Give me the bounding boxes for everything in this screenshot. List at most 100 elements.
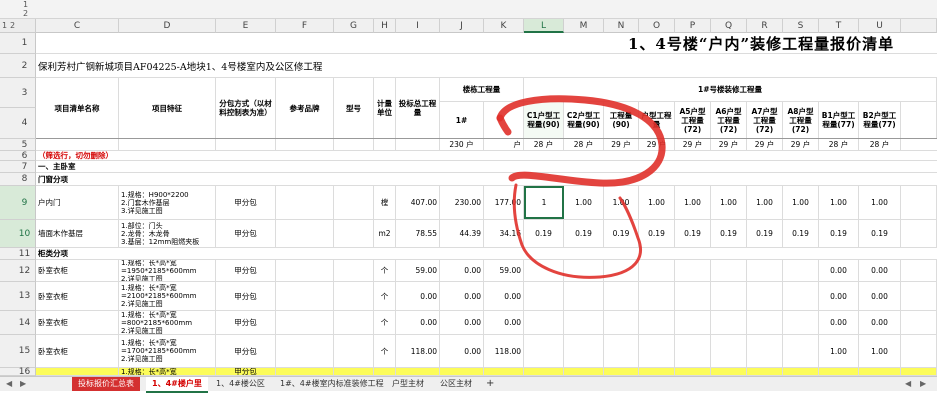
add-sheet-button[interactable]: +: [480, 377, 500, 391]
overflow-cell[interactable]: [901, 220, 937, 247]
unit-qty-cell[interactable]: [604, 260, 639, 281]
total-qty-cell[interactable]: [396, 368, 440, 375]
cell-e5[interactable]: [216, 139, 276, 150]
unit-qty-cell[interactable]: 0.00: [819, 311, 859, 334]
header-a8-type[interactable]: A8户型工程量(72): [783, 102, 819, 138]
item-name-cell[interactable]: 卧室衣柜: [36, 311, 119, 334]
unit-qty-cell[interactable]: [564, 282, 604, 310]
unit-qty-cell[interactable]: [604, 311, 639, 334]
building-qty-cell[interactable]: 44.39: [440, 220, 484, 247]
brand-cell[interactable]: [276, 220, 334, 247]
unit-qty-cell[interactable]: [819, 368, 859, 375]
unit-qty-cell[interactable]: 0.00: [819, 282, 859, 310]
subcontract-cell[interactable]: 甲分包: [216, 311, 276, 334]
cell-q5[interactable]: 29 户: [711, 139, 747, 150]
unit-cell[interactable]: 个: [374, 335, 396, 367]
unit-qty-cell[interactable]: [564, 368, 604, 375]
unit-qty-cell[interactable]: [711, 282, 747, 310]
unit-qty-cell[interactable]: 1.00: [639, 186, 675, 219]
cell-i5[interactable]: [396, 139, 440, 150]
unit-qty-cell[interactable]: [711, 311, 747, 334]
tab-scroll-left-icon[interactable]: ◀: [6, 377, 12, 391]
building-qty-cell[interactable]: 34.16: [484, 220, 524, 247]
total-qty-cell[interactable]: 407.00: [396, 186, 440, 219]
unit-qty-cell[interactable]: [524, 311, 564, 334]
building-qty-cell[interactable]: 0.00: [484, 311, 524, 334]
building-qty-cell[interactable]: 0.00: [484, 282, 524, 310]
unit-qty-cell[interactable]: [639, 282, 675, 310]
column-header-s[interactable]: S: [783, 19, 819, 33]
model-cell[interactable]: [334, 220, 374, 247]
sheet-title[interactable]: 1、4号楼“户内”装修工程量报价清单: [626, 33, 937, 53]
item-name-cell[interactable]: [36, 368, 119, 375]
unit-qty-cell[interactable]: [524, 260, 564, 281]
building-qty-cell[interactable]: [484, 368, 524, 375]
cell-c5[interactable]: [36, 139, 119, 150]
unit-qty-cell[interactable]: 0.00: [859, 311, 901, 334]
unit-qty-cell[interactable]: [604, 368, 639, 375]
cell-d5[interactable]: [119, 139, 216, 150]
column-header-n[interactable]: N: [604, 19, 639, 33]
unit-qty-cell[interactable]: [675, 260, 711, 281]
header-total-qty[interactable]: 投标总工程量: [396, 78, 440, 138]
brand-cell[interactable]: [276, 282, 334, 310]
unit-qty-cell[interactable]: [783, 368, 819, 375]
column-header-p[interactable]: P: [675, 19, 711, 33]
item-feature-cell[interactable]: 1.规格：H900*2200 2.门套木作基层 3.详见施工图: [119, 186, 216, 219]
brand-cell[interactable]: [276, 368, 334, 375]
unit-qty-cell[interactable]: [783, 335, 819, 367]
item-feature-cell[interactable]: 1.规格：长*高*宽 =1950*2185*600mm 2.详见施工图: [119, 260, 216, 281]
item-feature-cell[interactable]: 1.规格：长*高*宽: [119, 368, 216, 375]
cell-l5[interactable]: 28 户: [524, 139, 564, 150]
unit-qty-cell[interactable]: [604, 335, 639, 367]
unit-qty-cell[interactable]: 0.19: [859, 220, 901, 247]
item-feature-cell[interactable]: 1.规格：长*高*宽 =2100*2185*600mm 2.详见施工图: [119, 282, 216, 310]
brand-cell[interactable]: [276, 311, 334, 334]
unit-qty-cell[interactable]: [711, 260, 747, 281]
building-qty-cell[interactable]: 0.00: [440, 311, 484, 334]
unit-qty-cell[interactable]: [783, 260, 819, 281]
unit-qty-cell[interactable]: [675, 282, 711, 310]
unit-qty-cell[interactable]: [639, 260, 675, 281]
unit-qty-cell[interactable]: 0.19: [639, 220, 675, 247]
column-header-c[interactable]: C: [36, 19, 119, 33]
column-header-r[interactable]: R: [747, 19, 783, 33]
row-header-13[interactable]: 13: [0, 282, 36, 311]
unit-qty-cell[interactable]: 0.19: [675, 220, 711, 247]
building-qty-cell[interactable]: 0.00: [440, 260, 484, 281]
column-header-o[interactable]: O: [639, 19, 675, 33]
category-cabinets[interactable]: 柜类分项: [36, 248, 216, 259]
unit-qty-cell[interactable]: [711, 335, 747, 367]
item-feature-cell[interactable]: 1.规格：长*高*宽 =1700*2185*600mm 2.详见施工图: [119, 335, 216, 367]
item-name-cell[interactable]: 户内门: [36, 186, 119, 219]
unit-qty-cell[interactable]: [747, 311, 783, 334]
column-header-more[interactable]: [901, 19, 937, 33]
item-feature-cell[interactable]: 1.规格：长*高*宽 =800*2185*600mm 2.详见施工图: [119, 311, 216, 334]
brand-cell[interactable]: [276, 335, 334, 367]
unit-qty-cell[interactable]: [675, 311, 711, 334]
unit-qty-cell[interactable]: [711, 368, 747, 375]
cell-n5[interactable]: 29 户: [604, 139, 639, 150]
header-more[interactable]: [901, 102, 937, 138]
header-feature[interactable]: 项目特征: [119, 78, 216, 138]
column-header-h[interactable]: H: [374, 19, 396, 33]
unit-qty-cell[interactable]: [639, 368, 675, 375]
row-header-7[interactable]: 7: [0, 161, 36, 173]
cell-t5[interactable]: 28 户: [819, 139, 859, 150]
building-qty-cell[interactable]: 0.00: [440, 335, 484, 367]
unit-qty-cell[interactable]: [675, 335, 711, 367]
header-o-type[interactable]: 户型工程量: [639, 102, 675, 138]
cell-k5[interactable]: 户: [484, 139, 524, 150]
column-header-j[interactable]: J: [440, 19, 484, 33]
select-all-corner[interactable]: 1 2: [0, 19, 36, 33]
building-qty-cell[interactable]: 118.00: [484, 335, 524, 367]
header-c1-type[interactable]: C1户型工程量(90): [524, 102, 564, 138]
overflow-cell[interactable]: [901, 311, 937, 334]
filter-note[interactable]: （筛选行，切勿删除）: [36, 151, 216, 160]
row-header-12[interactable]: 12: [0, 260, 36, 282]
outline-level-1[interactable]: 1: [23, 0, 28, 9]
row-header-15[interactable]: 15: [0, 335, 36, 368]
unit-cell[interactable]: 个: [374, 282, 396, 310]
unit-cell[interactable]: [374, 368, 396, 375]
row-header-8[interactable]: 8: [0, 173, 36, 186]
